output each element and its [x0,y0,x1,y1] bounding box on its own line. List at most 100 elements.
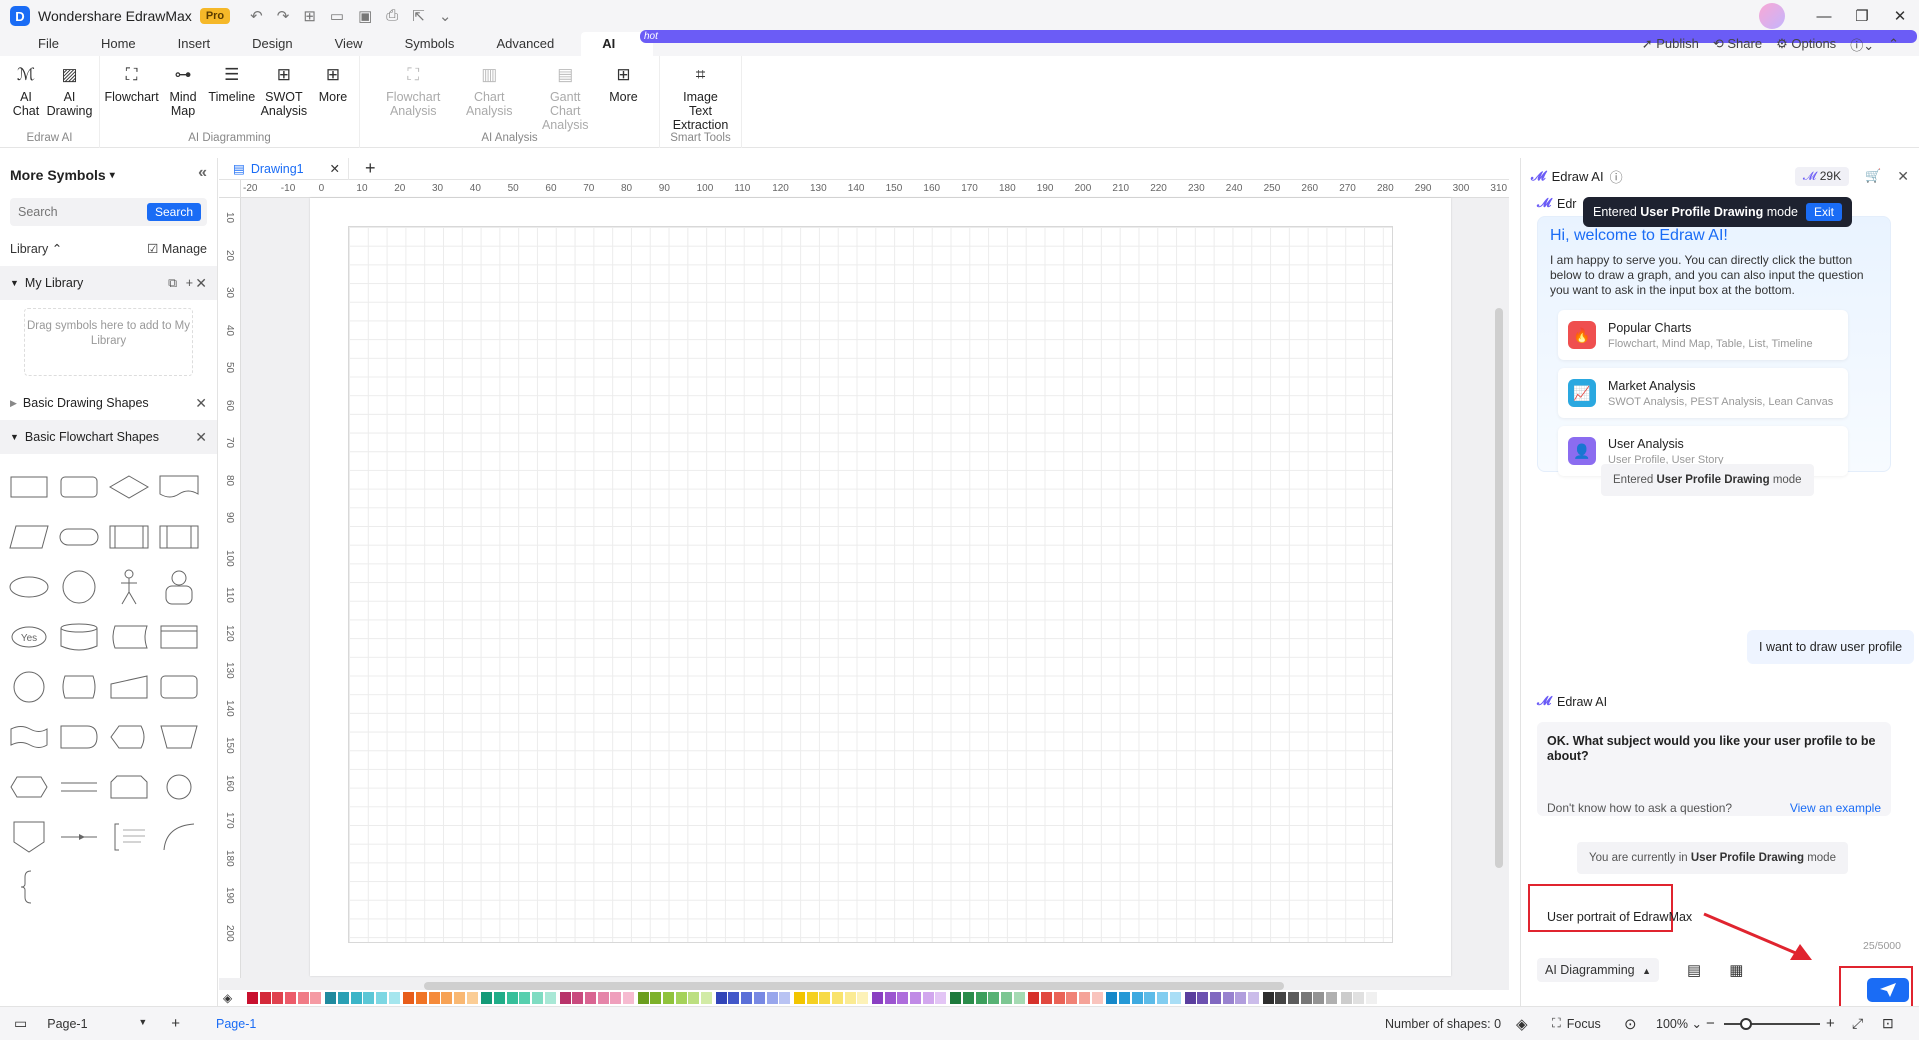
loop-limit-shape[interactable] [104,762,154,812]
page-tab[interactable]: Page-1 [216,1017,256,1031]
color-swatch[interactable] [872,992,883,1004]
color-swatch[interactable] [363,992,375,1004]
color-swatch[interactable] [403,992,415,1004]
help-icon[interactable]: ⓘ⌄ [1850,35,1874,54]
menu-tab-advanced[interactable]: Advanced [475,32,575,56]
color-swatch[interactable] [310,992,322,1004]
arc-shape[interactable] [154,812,204,862]
customize-dropdown-icon[interactable]: ⌄ [439,7,452,25]
color-swatch[interactable] [415,992,427,1004]
color-swatch[interactable] [766,992,778,1004]
color-swatch[interactable] [1340,992,1352,1004]
ai-credits-badge[interactable]: 𝓜 29K [1794,166,1850,186]
display-shape[interactable] [104,712,154,762]
my-library-section[interactable]: ▼ My Library ⧉ + ✕ [0,266,217,300]
color-swatch[interactable] [1028,992,1040,1004]
color-swatch[interactable] [1144,992,1156,1004]
collapse-panel-icon[interactable]: « [198,164,207,182]
menu-tab-view[interactable]: View [314,32,384,56]
quick-card-popular-charts[interactable]: 🔥 Popular Charts Flowchart, Mind Map, Tabl… [1558,310,1848,360]
zoom-slider-handle[interactable] [1740,1018,1752,1030]
exit-mode-button[interactable]: Exit [1805,203,1842,221]
color-swatch[interactable] [975,992,987,1004]
color-swatch[interactable] [466,992,478,1004]
color-swatch[interactable] [1184,992,1196,1004]
close-window-icon[interactable]: ✕ [1881,7,1919,25]
brace-shape[interactable] [4,862,54,912]
preparation-shape[interactable] [4,762,54,812]
color-swatch[interactable] [988,992,1000,1004]
color-swatch[interactable] [922,992,934,1004]
color-swatch[interactable] [1235,992,1247,1004]
process-shape[interactable] [4,462,54,512]
color-swatch[interactable] [1366,992,1378,1004]
fullscreen-icon[interactable]: ⊡ [1882,1015,1894,1032]
color-swatch[interactable] [688,992,700,1004]
new-file-icon[interactable]: ⊞ [303,7,316,25]
library-toggle[interactable]: Library ⌃ [10,241,62,256]
color-swatch[interactable] [325,992,337,1004]
internal-storage-shape[interactable] [154,512,204,562]
color-swatch[interactable] [950,992,962,1004]
flow-line-shape[interactable] [54,812,104,862]
panel-title[interactable]: More Symbols [10,167,106,183]
import-icon[interactable]: ⧉ [168,276,177,291]
symbol-search-input[interactable] [18,205,148,219]
page-selector[interactable]: Page-1 ▼ [47,1017,147,1031]
document-tab[interactable]: ▤ Drawing1 ✕ [219,157,349,180]
color-swatch[interactable] [637,992,649,1004]
parallel-lines-shape[interactable] [54,762,104,812]
annotation-shape[interactable] [104,812,154,862]
paper-tape-shape[interactable] [4,712,54,762]
close-icon[interactable]: ✕ [195,395,207,412]
help-icon[interactable]: ⓘ [1610,167,1623,186]
color-swatch[interactable] [857,992,869,1004]
color-swatch[interactable] [337,992,349,1004]
color-swatch[interactable] [559,992,571,1004]
off-page-reference-shape[interactable] [4,812,54,862]
color-swatch[interactable] [1222,992,1234,1004]
print-icon[interactable]: ⎙ [386,7,398,25]
color-swatch[interactable] [897,992,909,1004]
color-swatch[interactable] [532,992,544,1004]
color-swatch[interactable] [675,992,687,1004]
fit-page-icon[interactable]: ⤢ [1852,1015,1863,1032]
basic-drawing-shapes-section[interactable]: ▶ Basic Drawing Shapes ✕ [0,386,217,420]
direct-data-shape[interactable] [54,662,104,712]
color-swatch[interactable] [350,992,362,1004]
save-icon[interactable]: ▣ [358,7,372,25]
color-swatch[interactable] [1000,992,1012,1004]
export-icon[interactable]: ⇱ [412,7,425,25]
color-swatch[interactable] [1247,992,1259,1004]
manual-operation-shape[interactable] [154,712,204,762]
zoom-level[interactable]: 100% ⌄ [1656,1016,1702,1031]
search-button[interactable]: Search [146,203,201,221]
view-example-link[interactable]: View an example [1790,801,1881,815]
color-swatch[interactable] [831,992,843,1004]
color-swatch[interactable] [494,992,506,1004]
data-shape[interactable] [4,512,54,562]
focus-button[interactable]: ⛶ Focus [1552,1016,1601,1031]
color-swatch[interactable] [1157,992,1169,1004]
add-tab-icon[interactable]: + [365,158,376,179]
library-drop-zone[interactable]: Drag symbols here to add to My Library [24,308,193,376]
color-swatch[interactable] [597,992,609,1004]
zoom-slider[interactable] [1724,1023,1820,1025]
layers-icon[interactable]: ◈ [1516,1015,1528,1033]
close-panel-icon[interactable]: ✕ [1897,168,1909,185]
add-icon[interactable]: + [186,276,193,290]
menu-tab-design[interactable]: Design [231,32,313,56]
close-icon[interactable]: ✕ [195,275,207,292]
color-swatch[interactable] [806,992,818,1004]
color-swatch[interactable] [884,992,896,1004]
collapse-ribbon-icon[interactable]: ⌃ [1888,36,1899,52]
share-button[interactable]: ⟲ Share [1713,36,1762,52]
drawing-page[interactable] [310,198,1451,976]
decision-shape[interactable] [104,462,154,512]
drawing-grid[interactable] [348,226,1393,943]
ellipse-shape[interactable] [4,562,54,612]
page-layout-icon[interactable]: ▭ [14,1015,27,1032]
color-swatch[interactable] [1053,992,1065,1004]
publish-button[interactable]: ➚ Publish [1642,36,1699,52]
close-tab-icon[interactable]: ✕ [330,161,340,176]
